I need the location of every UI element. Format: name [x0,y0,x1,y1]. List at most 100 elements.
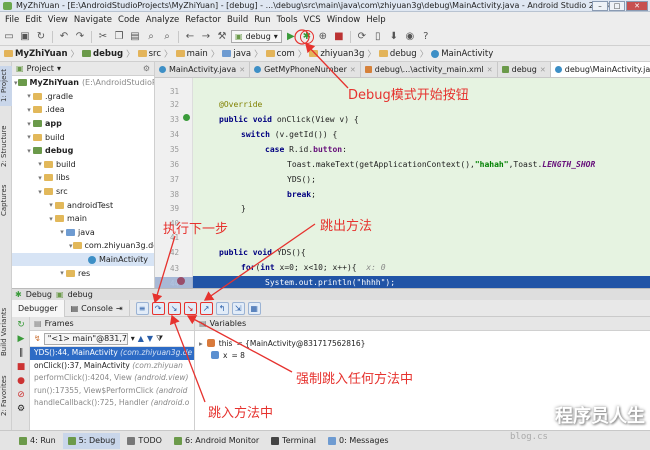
tree-item[interactable]: ▾ MyZhiYuan(E:\AndroidStudioProje [12,76,154,90]
menu-refactor[interactable]: Refactor [182,15,224,25]
override-marker-icon[interactable] [183,114,190,121]
tool-tab-captures[interactable]: Captures [0,182,12,218]
save-icon[interactable]: ▣ [18,30,32,44]
tab-console[interactable]: ▤ Console ⇥ [65,299,130,317]
close-icon[interactable]: ✕ [239,66,245,74]
step-into-icon[interactable]: ↘ [167,301,181,315]
replace-icon[interactable]: ⌕ [160,30,174,44]
menu-view[interactable]: View [45,15,71,25]
tree-toggle-icon[interactable]: ▾ [25,133,33,141]
close-icon[interactable]: ✕ [540,66,546,74]
cut-icon[interactable]: ✂ [96,30,110,44]
menu-code[interactable]: Code [115,15,143,25]
tree-toggle-icon[interactable]: ▾ [25,120,33,128]
panel-settings-icon[interactable]: ⚙ [143,64,154,73]
step-out-icon[interactable]: ↗ [199,301,213,315]
variable-row[interactable]: ▸ this = {MainActivity@831717562816} [195,337,650,349]
tool-tab-favorites[interactable]: 2: Favorites [0,370,12,422]
undo-icon[interactable]: ↶ [57,30,71,44]
tree-toggle-icon[interactable]: ▾ [47,201,55,209]
make-icon[interactable]: ⚒ [215,30,229,44]
tool-terminal[interactable]: Terminal [266,433,321,449]
tool-tab-build-variants[interactable]: Build Variants [0,302,12,362]
close-icon[interactable]: ✕ [350,66,356,74]
tree-item[interactable]: ▾ build [12,130,154,144]
resume-icon[interactable]: ▶ [14,333,28,345]
menu-help[interactable]: Help [363,15,388,25]
arrow-down-icon[interactable]: ▼ [147,334,153,343]
tool-todo[interactable]: TODO [122,433,167,449]
run-to-cursor-icon[interactable]: ⇲ [231,301,245,315]
tree-item[interactable]: MainActivity [12,252,154,267]
tree-toggle-icon[interactable]: ▾ [25,147,33,155]
tree-item[interactable]: ▾ res [12,266,154,280]
paste-icon[interactable]: ▤ [128,30,142,44]
stop-icon[interactable]: ■ [14,361,28,373]
settings-icon[interactable]: ⚙ [14,403,28,415]
find-icon[interactable]: ⌕ [144,30,158,44]
chevron-down-icon[interactable]: ▾ [57,64,61,73]
tree-item[interactable]: ▾ .gradle [12,90,154,104]
tree-toggle-icon[interactable]: ▾ [47,215,55,223]
tree-toggle-icon[interactable]: ▾ [25,92,33,100]
tree-toggle-icon[interactable]: ▾ [14,79,18,87]
view-breakpoints-icon[interactable]: ● [14,375,28,387]
run-config-dropdown[interactable]: ▣ debug ▾ [231,30,282,43]
project-view-selector[interactable]: Project [27,64,54,73]
tree-item[interactable]: ▾ app [12,117,154,131]
drop-frame-icon[interactable]: ↰ [215,301,229,315]
tree-item[interactable]: ▾ src [12,185,154,199]
tool-android-monitor[interactable]: 6: Android Monitor [169,433,264,449]
tool-messages[interactable]: 0: Messages [323,433,394,449]
help-icon[interactable]: ? [419,30,433,44]
editor-tab-active[interactable]: debug\MainActivity.java✕ [550,62,650,77]
filter-icon[interactable]: ⧩ [156,334,163,344]
tab-debugger[interactable]: Debugger [12,299,65,317]
breadcrumb-item[interactable]: MainActivity [431,49,493,59]
breadcrumb-item[interactable]: MyZhiYuan [4,49,68,59]
menu-vcs[interactable]: VCS [301,15,324,25]
chevron-right-icon[interactable]: ▸ [199,339,203,348]
tree-toggle-icon[interactable]: ▾ [36,188,44,196]
close-button[interactable]: ✕ [626,1,648,11]
open-icon[interactable]: ▭ [2,30,16,44]
menu-window[interactable]: Window [324,15,364,25]
breadcrumb-item[interactable]: zhiyuan3g [309,49,364,59]
tree-toggle-icon[interactable]: ▾ [58,269,66,277]
tree-toggle-icon[interactable]: ▾ [36,174,44,182]
tree-toggle-icon[interactable]: ▾ [25,106,33,114]
tool-tab-structure[interactable]: 2: Structure [0,122,12,170]
gradle-sync-icon[interactable]: ⟳ [355,30,369,44]
forward-icon[interactable]: → [199,30,213,44]
menu-file[interactable]: File [2,15,22,25]
mute-breakpoints-icon[interactable]: ⊘ [14,389,28,401]
frame-item[interactable]: run():17355, View$PerformClick (android [30,385,194,398]
frame-item[interactable]: handleCallback():725, Handler (android.o [30,397,194,410]
frame-item[interactable]: performClick():4204, View (android.view) [30,372,194,385]
tree-item[interactable]: ▾ libs [12,171,154,185]
tree-item[interactable]: ▾ androidTest [12,198,154,212]
tool-debug[interactable]: 5: Debug [62,432,121,449]
sdk-manager-icon[interactable]: ⬇ [387,30,401,44]
minimize-button[interactable]: – [592,1,608,11]
maximize-button[interactable]: □ [609,1,625,11]
step-over-icon[interactable]: ↷ [151,301,165,315]
close-icon[interactable]: ✕ [487,66,493,74]
breadcrumb-item[interactable]: src [137,49,161,59]
editor-tab[interactable]: debug\...\activity_main.xml ✕ [361,62,498,77]
menu-build[interactable]: Build [224,15,251,25]
breadcrumb-item[interactable]: debug [378,49,417,59]
avd-manager-icon[interactable]: ▯ [371,30,385,44]
force-step-into-icon[interactable]: ↘ [183,301,197,315]
tree-item[interactable]: ▾ main [12,212,154,226]
breadcrumb-item[interactable]: main [175,49,208,59]
thread-selector[interactable]: "<1> main"@831,71... [43,332,128,345]
sync-icon[interactable]: ↻ [34,30,48,44]
menu-run[interactable]: Run [251,15,273,25]
tree-item[interactable]: ▾ com.zhiyuan3g.deb [12,239,154,253]
show-execution-point-icon[interactable]: ≡ [135,301,149,315]
back-icon[interactable]: ← [183,30,197,44]
variable-row[interactable]: x = 8 [195,349,650,361]
menu-tools[interactable]: Tools [274,15,301,25]
evaluate-expression-icon[interactable]: ▦ [247,301,261,315]
